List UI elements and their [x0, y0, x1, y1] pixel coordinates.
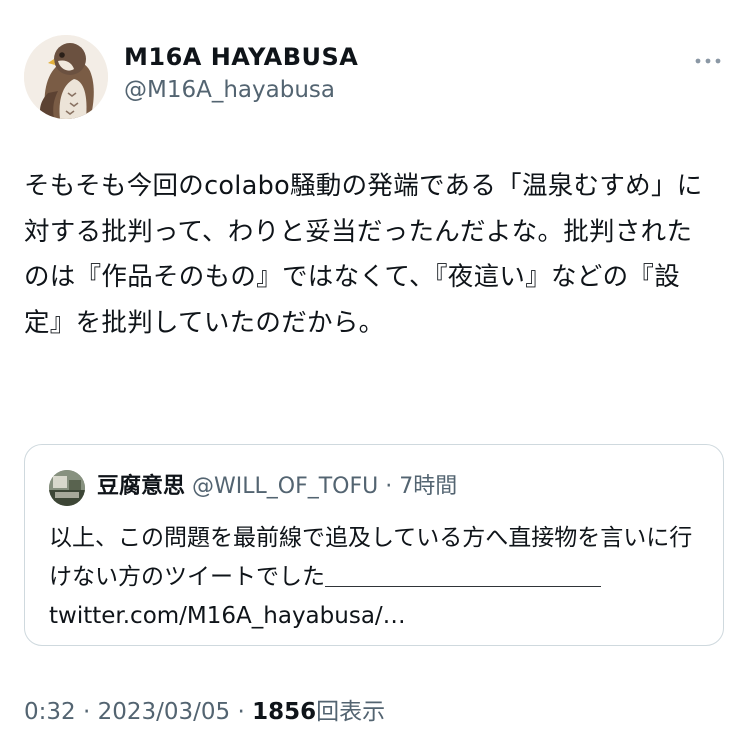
views-label[interactable]: 回表示 — [316, 699, 385, 725]
quoted-display-name[interactable]: 豆腐意思 — [97, 474, 185, 499]
meta-separator-1: · — [82, 699, 91, 725]
author-handle[interactable]: @M16A_hayabusa — [124, 74, 358, 106]
quoted-tweet[interactable]: 豆腐意思 @WILL_OF_TOFU · 7時間 以上、この問題を最前線で追及し… — [24, 444, 724, 646]
tweet-text: そもそも今回のcolabo騒動の発端である「温泉むすめ」に対する批判って、わりと… — [24, 171, 703, 338]
author-display-name[interactable]: M16A HAYABUSA — [124, 42, 358, 72]
quoted-time[interactable]: 7時間 — [399, 474, 457, 499]
hawk-avatar-icon[interactable] — [24, 35, 108, 119]
quoted-text: 以上、この問題を最前線で追及している方へ直接物を言いに行けない方のツイートでした… — [49, 525, 693, 629]
views-count[interactable]: 1856 — [252, 699, 316, 725]
quoted-separator: · — [385, 474, 393, 499]
quoted-handle[interactable]: @WILL_OF_TOFU — [192, 474, 378, 499]
quoted-header: 豆腐意思 @WILL_OF_TOFU · 7時間 — [97, 471, 457, 503]
more-options-icon[interactable] — [694, 52, 722, 64]
tweet-date[interactable]: 2023/03/05 — [98, 699, 231, 725]
meta-separator-2: · — [237, 699, 245, 725]
author-info: M16A HAYABUSA @M16A_hayabusa — [124, 42, 358, 106]
quoted-avatar-icon[interactable] — [49, 470, 85, 506]
tweet-time[interactable]: 0:32 — [24, 699, 76, 725]
tweet-meta: 0:32 · 2023/03/05 · 1856回表示 — [24, 692, 385, 726]
tweet-header: M16A HAYABUSA @M16A_hayabusa — [24, 30, 726, 122]
